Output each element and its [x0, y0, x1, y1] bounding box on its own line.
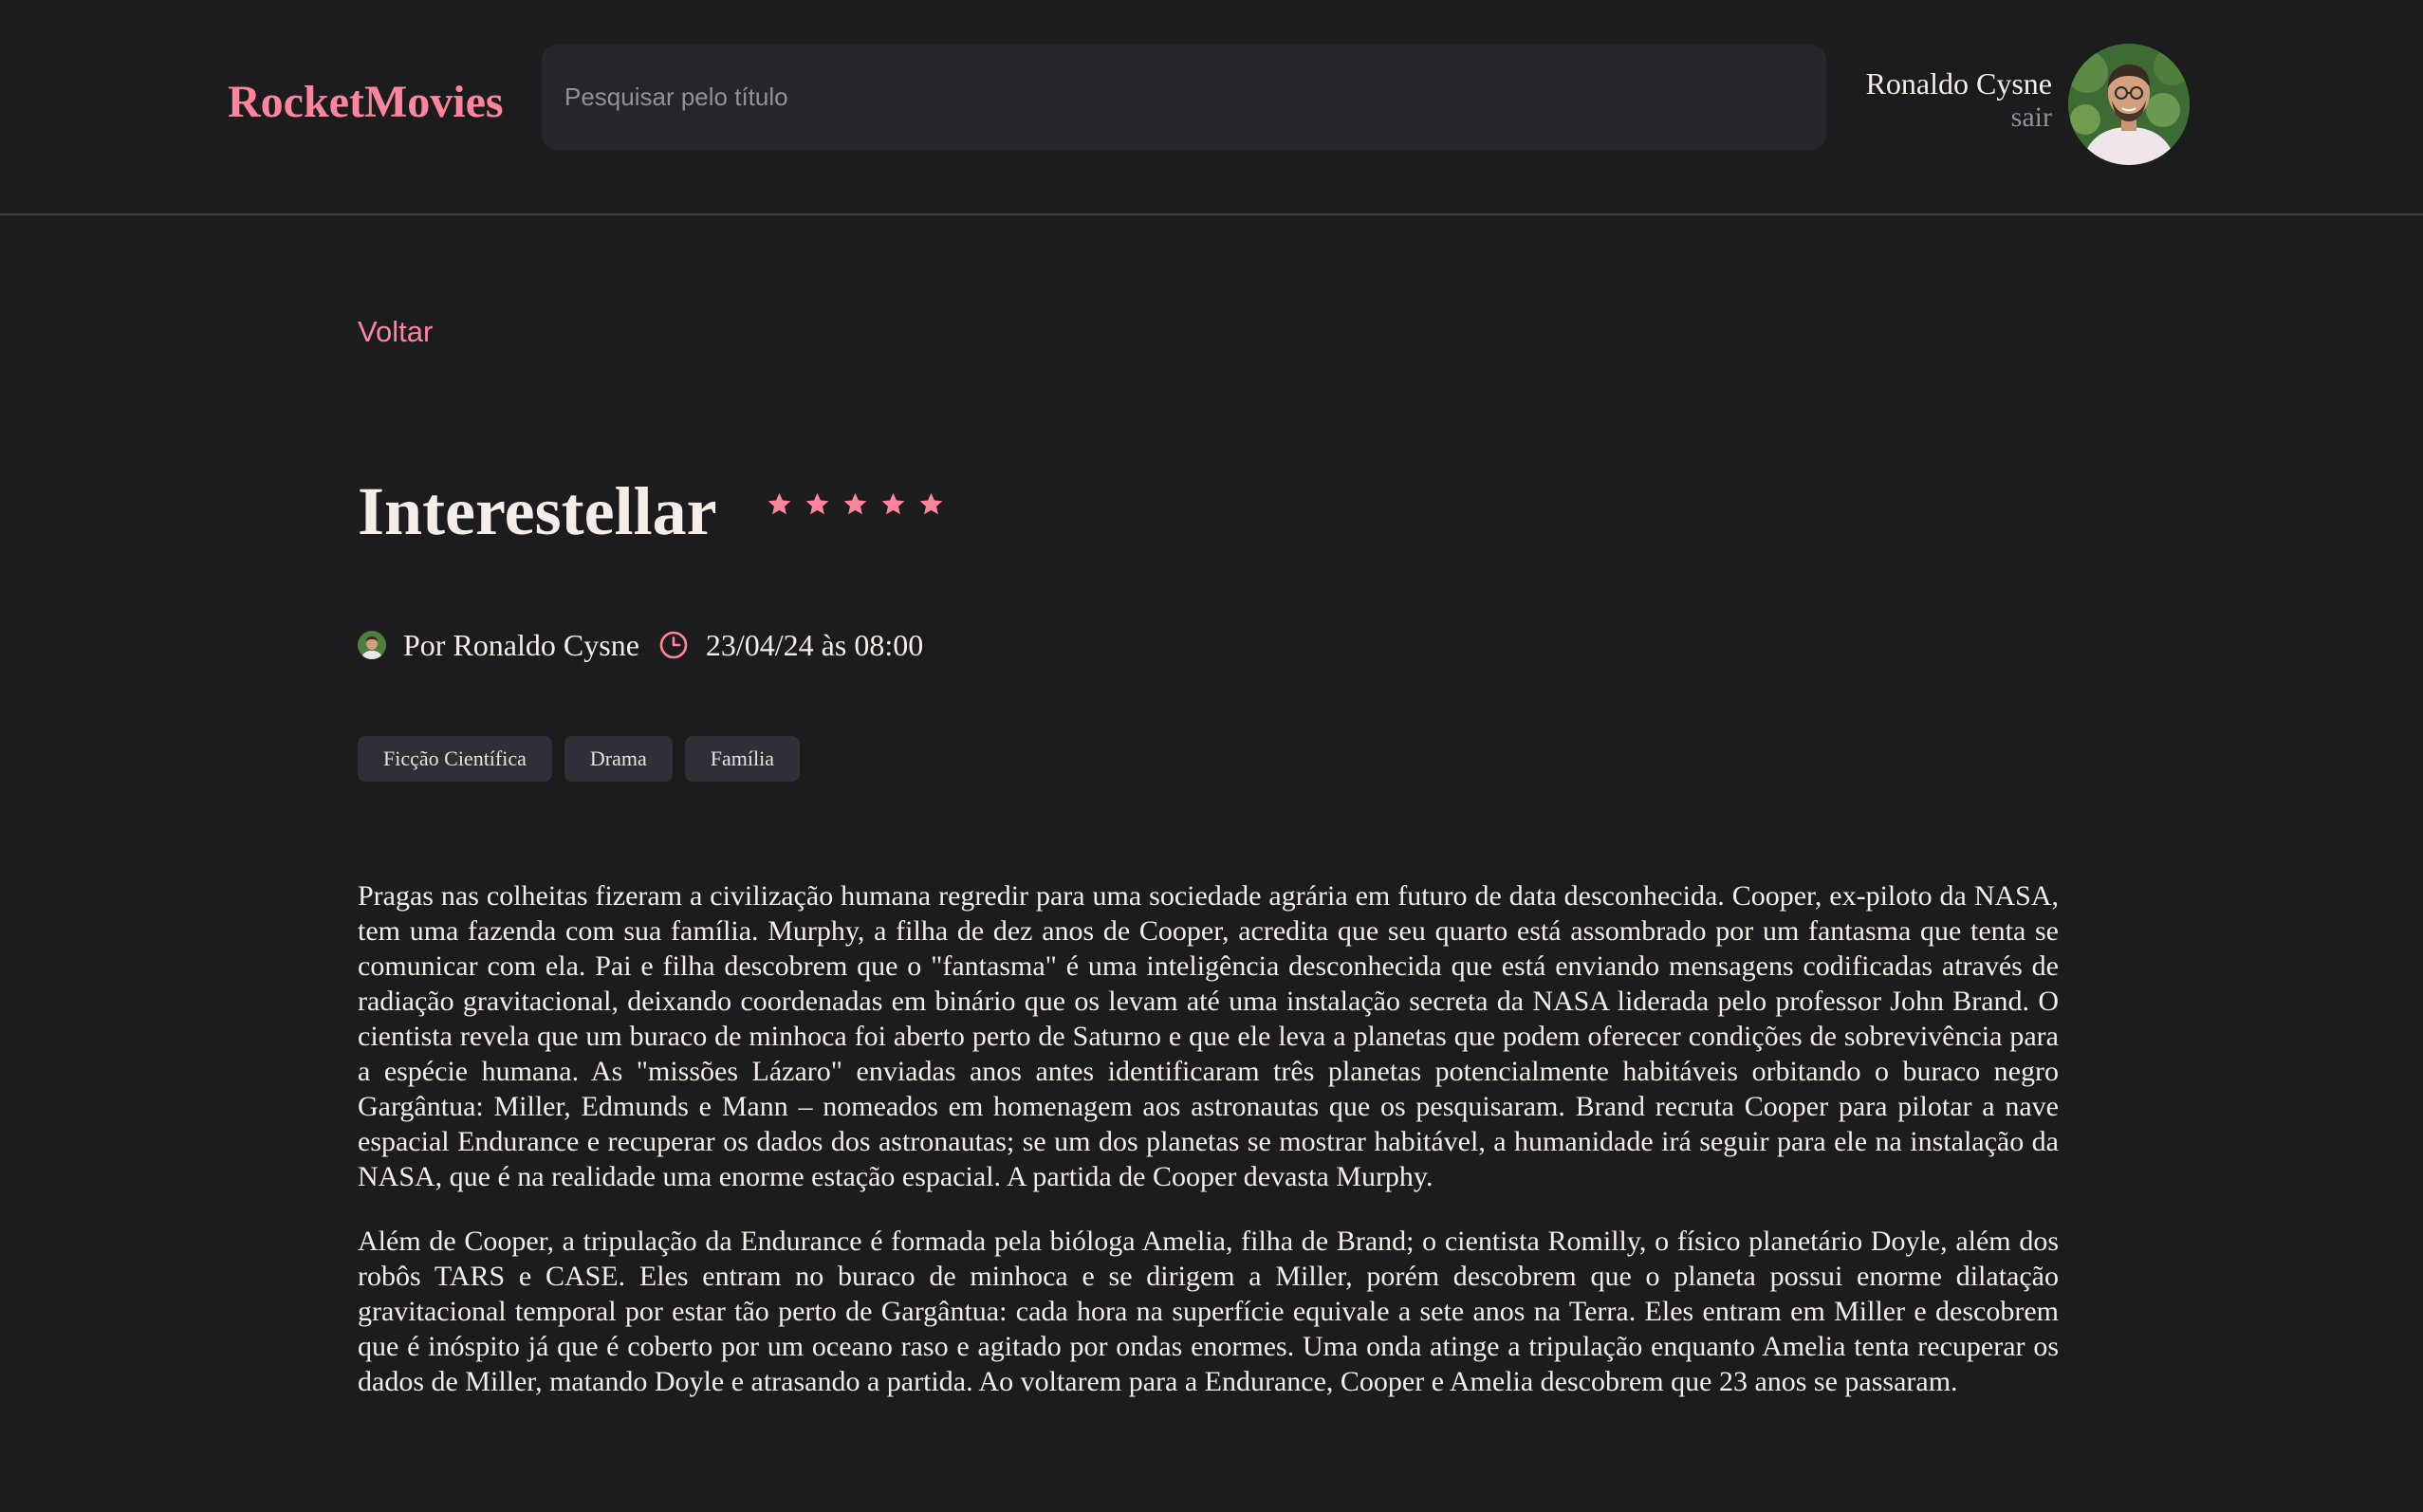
brand-logo[interactable]: RocketMovies — [228, 76, 504, 128]
description-paragraph: Pragas nas colheitas fizeram a civilizaç… — [358, 880, 2059, 1192]
star-icon — [919, 492, 943, 515]
description-paragraph: Além de Cooper, a tripulação da Enduranc… — [358, 1226, 2059, 1397]
star-icon — [805, 492, 829, 515]
tag-list: Ficção Científica Drama Família — [358, 736, 800, 782]
profile-texts: Ronaldo Cysne sair — [1866, 66, 2052, 135]
tag-item: Família — [684, 736, 800, 782]
movie-meta: Por Ronaldo Cysne 23/04/24 às 08:00 — [358, 622, 923, 668]
movie-datetime: 23/04/24 às 08:00 — [705, 627, 924, 662]
star-icon — [768, 492, 791, 515]
back-link[interactable]: Voltar — [358, 315, 433, 349]
star-icon — [881, 492, 905, 515]
author-label: Por Ronaldo Cysne — [403, 627, 639, 662]
tag-item: Ficção Científica — [358, 736, 552, 782]
clock-icon — [659, 631, 688, 659]
app-header: RocketMovies Ronaldo Cysne sair — [0, 0, 2423, 215]
movie-title: Interestellar — [358, 473, 717, 549]
avatar[interactable] — [2068, 44, 2190, 165]
search-input[interactable] — [542, 45, 1826, 150]
tag-item: Drama — [564, 736, 673, 782]
user-photo-icon — [2068, 44, 2190, 165]
movie-description: Pragas nas colheitas fizeram a civilizaç… — [358, 878, 2059, 1429]
signout-link[interactable]: sair — [1866, 101, 2052, 135]
rating-stars — [767, 491, 944, 517]
profile-name: Ronaldo Cysne — [1865, 66, 2052, 101]
star-icon — [843, 492, 867, 515]
user-photo-icon — [358, 631, 386, 659]
author-avatar — [358, 631, 386, 659]
